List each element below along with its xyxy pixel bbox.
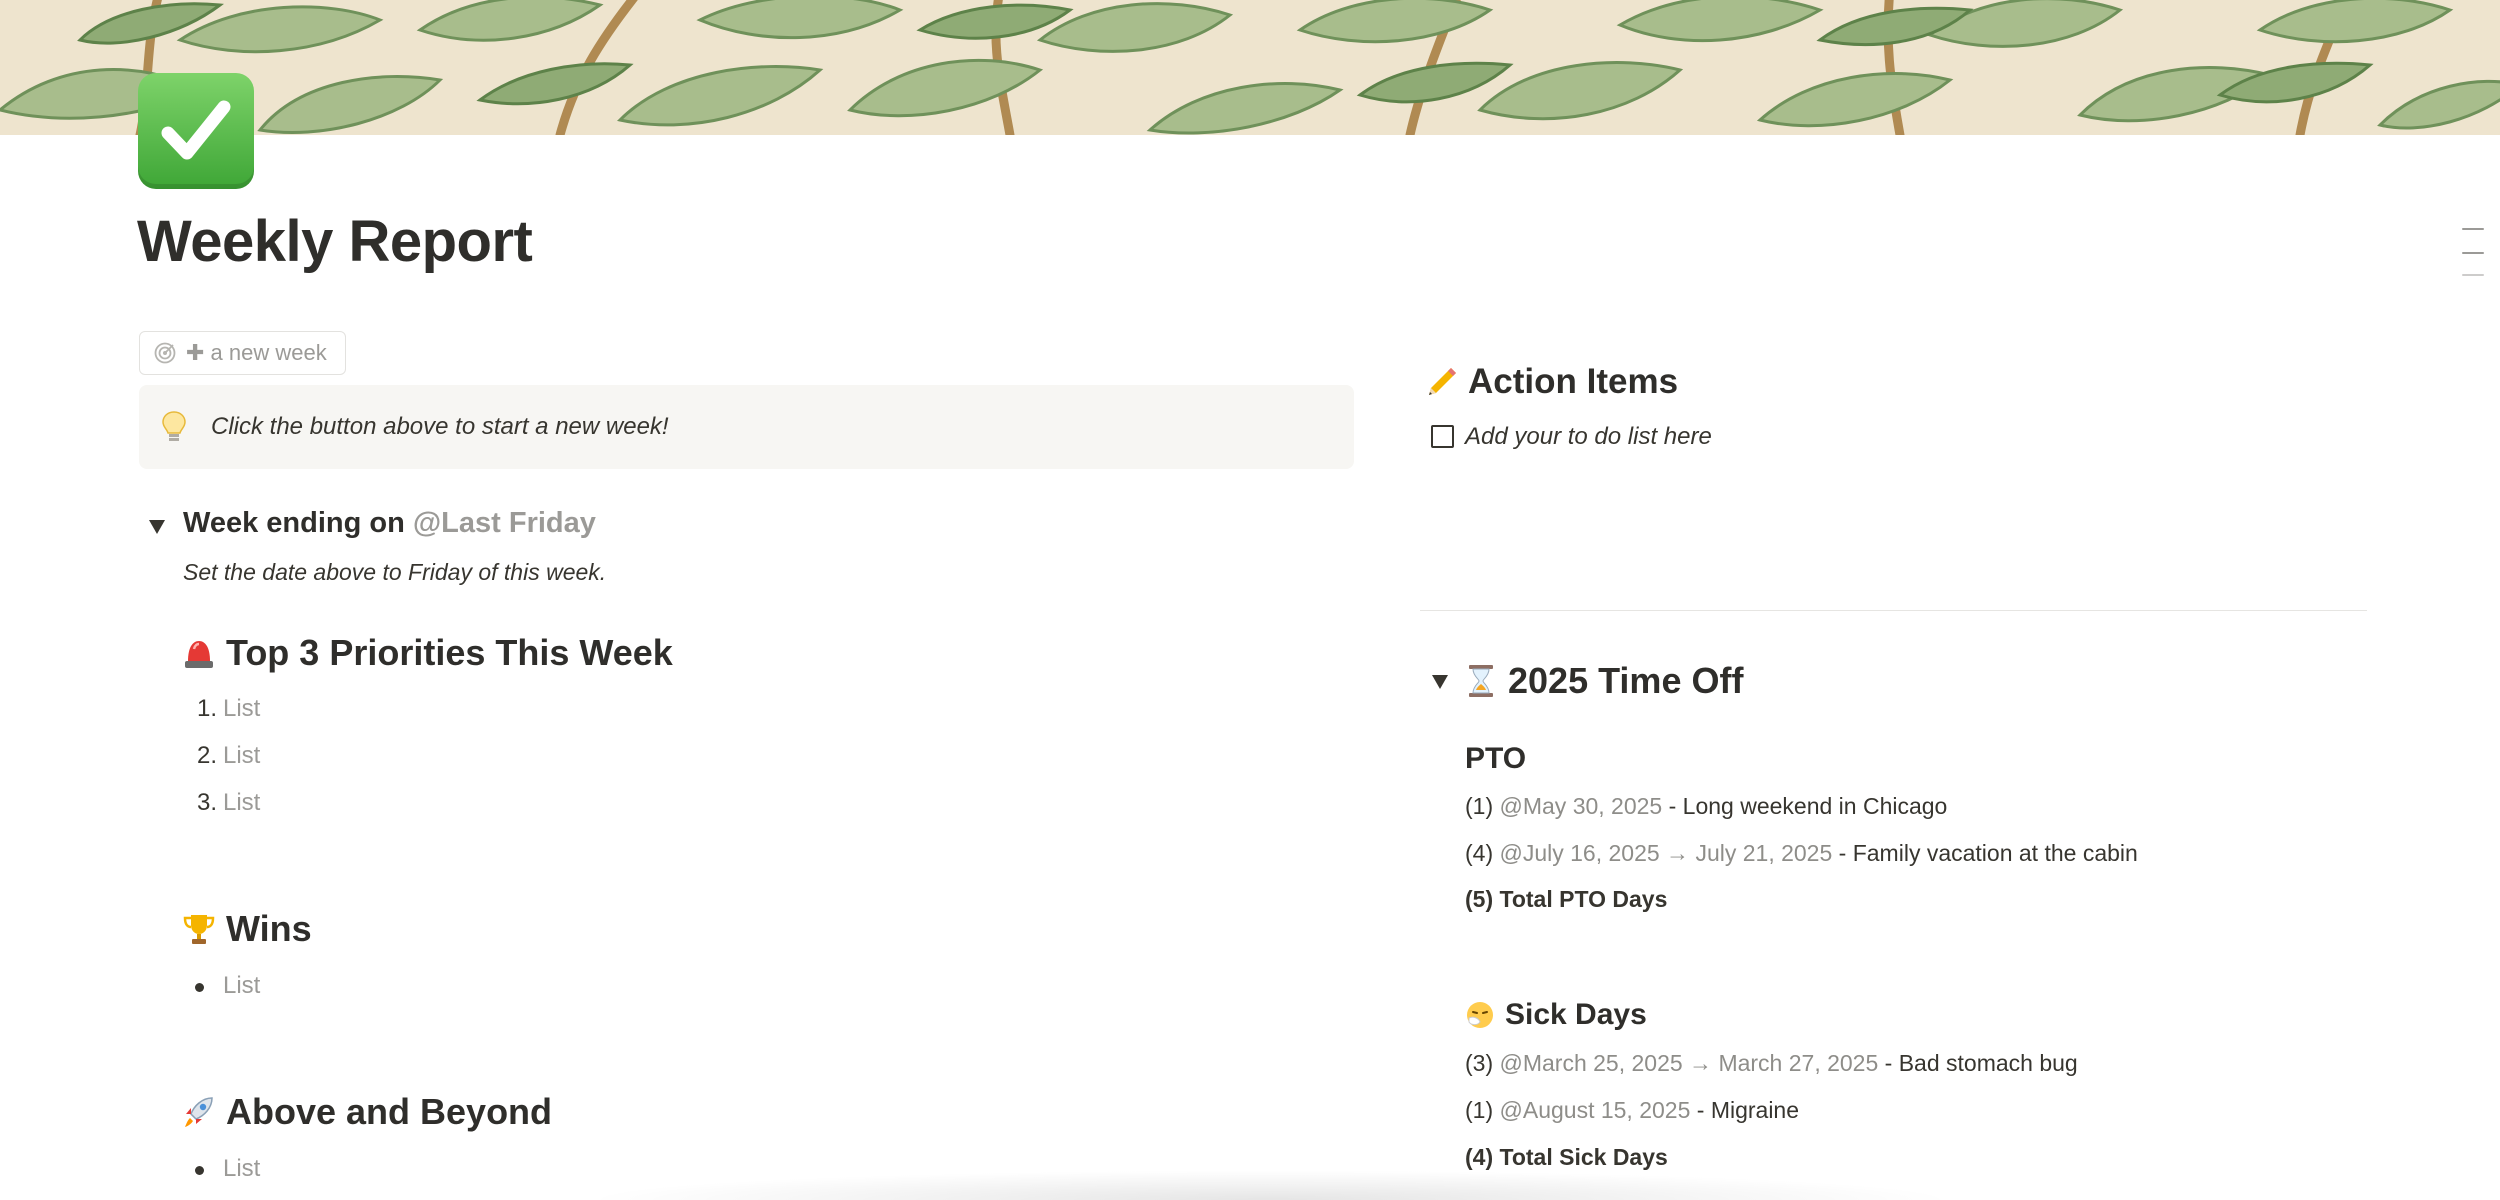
time-off-heading[interactable]: 2025 Time Off [1464,660,1743,702]
week-subtext: Set the date above to Friday of this wee… [183,559,607,585]
sick-days-heading[interactable]: Sick Days [1465,998,1647,1032]
sick-day-entry[interactable]: (3) @March 25, 2025 → March 27, 2025 - B… [1465,1050,2078,1077]
siren-icon [185,641,213,668]
page-title[interactable]: Weekly Report [137,208,533,275]
bottom-toolbar-shadow [580,1170,1960,1200]
time-off-toggle-arrow[interactable] [1432,675,1448,689]
pto-entry[interactable]: (4) @July 16, 2025 → July 21, 2025 - Fam… [1465,840,2138,867]
notion-page: Weekly Report ✚ a new week Click the but… [0,0,2500,1200]
sick-day-entry[interactable]: (1) @August 15, 2025 - Migraine [1465,1097,1799,1124]
pencil-icon [1429,368,1456,395]
check-mark-button-icon[interactable] [138,73,254,189]
pto-heading[interactable]: PTO [1465,742,1526,776]
trophy-icon [183,915,215,944]
rocket-icon [185,1097,213,1127]
hourglass-icon [1469,665,1493,697]
above-and-beyond-heading[interactable]: Above and Beyond [182,1091,552,1133]
callout-block[interactable]: Click the button above to start a new we… [139,385,1354,469]
outline-icon[interactable] [2454,228,2484,278]
sick-days-total: (4) Total Sick Days [1465,1144,1668,1170]
light-bulb-icon [162,411,186,441]
list-item[interactable]: List [195,972,260,1000]
priorities-heading[interactable]: Top 3 Priorities This Week [182,632,673,674]
list-item[interactable]: List [195,1155,260,1183]
date-mention[interactable]: @March 25, 2025 → March 27, 2025 [1500,1050,1879,1076]
leaf-pattern-illustration [0,0,2500,135]
list-item[interactable]: 3. List [197,789,260,817]
pto-total: (5) Total PTO Days [1465,886,1668,912]
new-week-template-button[interactable]: ✚ a new week [139,331,346,375]
todo-checkbox[interactable] [1431,425,1454,448]
wins-heading[interactable]: Wins [182,908,312,950]
list-item[interactable]: 2. List [197,742,260,770]
action-items-heading[interactable]: Action Items [1424,362,1678,402]
week-toggle-arrow[interactable] [149,520,165,534]
todo-text[interactable]: Add your to do list here [1465,423,1712,451]
pto-entry[interactable]: (1) @May 30, 2025 - Long weekend in Chic… [1465,793,1947,820]
callout-text: Click the button above to start a new we… [211,413,669,440]
week-heading[interactable]: Week ending on @Last Friday [183,507,596,540]
date-mention[interactable]: @May 30, 2025 [1500,793,1663,819]
sneezing-face-icon [1467,1002,1493,1028]
cover-image[interactable] [0,0,2500,135]
date-mention[interactable]: @August 15, 2025 [1500,1097,1691,1123]
date-mention[interactable]: @July 16, 2025 → July 21, 2025 [1500,840,1833,866]
target-icon [154,342,176,364]
date-mention[interactable]: @Last Friday [413,507,596,539]
new-week-button-label: ✚ a new week [186,340,327,365]
list-item[interactable]: 1. List [197,695,260,723]
divider [1420,610,2367,611]
